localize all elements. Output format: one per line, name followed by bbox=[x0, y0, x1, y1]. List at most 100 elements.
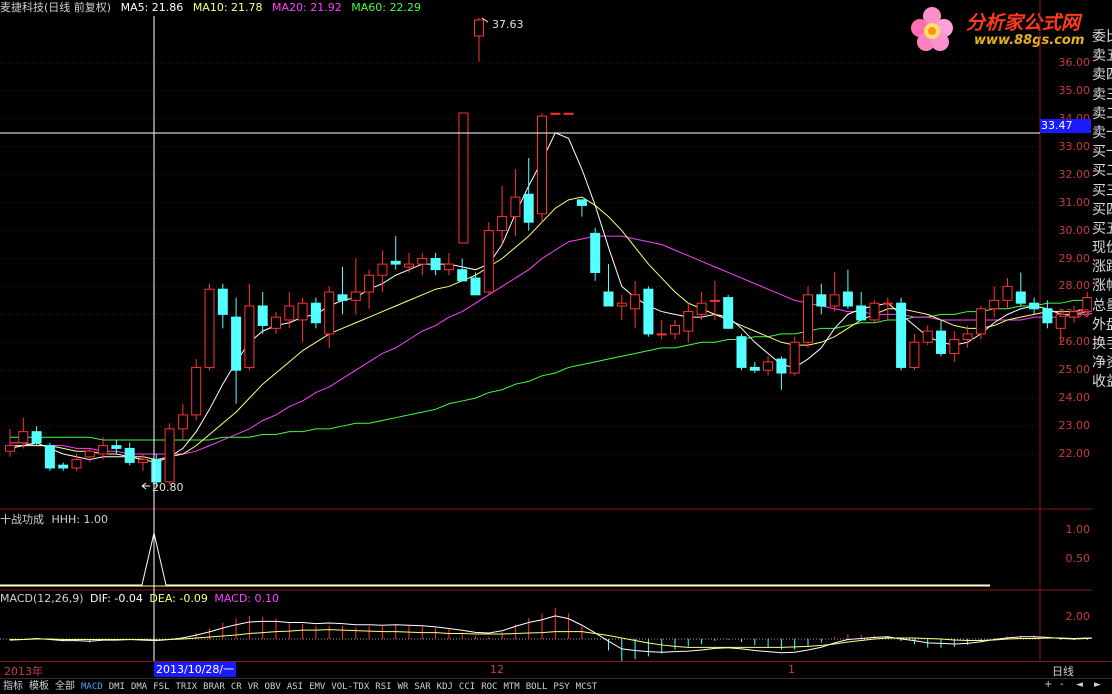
tab-cci[interactable]: CCI bbox=[456, 681, 478, 694]
tab-psy[interactable]: PSY bbox=[550, 681, 572, 694]
tab-vr[interactable]: VR bbox=[245, 681, 262, 694]
candle bbox=[510, 169, 521, 237]
candle bbox=[1015, 272, 1026, 306]
macd-dea: DEA: -0.09 bbox=[149, 592, 208, 605]
quote-field-label: 现价 bbox=[1092, 240, 1112, 257]
candle bbox=[656, 319, 667, 340]
quote-field-label: 收益 bbox=[1092, 374, 1112, 391]
tab-asi[interactable]: ASI bbox=[284, 681, 306, 694]
candle bbox=[909, 333, 920, 371]
minus-icon[interactable]: - bbox=[1060, 679, 1064, 691]
candle bbox=[337, 266, 348, 315]
candle bbox=[749, 361, 760, 374]
candle bbox=[483, 222, 494, 295]
indicator1-title: 十战功成 bbox=[0, 513, 44, 526]
candle bbox=[217, 283, 228, 329]
tab-boll[interactable]: BOLL bbox=[523, 681, 551, 694]
quote-field-label: 卖二 bbox=[1092, 105, 1112, 122]
candle bbox=[124, 442, 135, 466]
candle bbox=[443, 252, 454, 276]
quote-field-label: 买一 bbox=[1092, 144, 1112, 161]
crosshair-price-tag: 33.47 bbox=[1040, 119, 1091, 133]
candle bbox=[164, 423, 175, 485]
tab-dma[interactable]: DMA bbox=[128, 681, 150, 694]
tab-kdj[interactable]: KDJ bbox=[434, 681, 456, 694]
tab-macd[interactable]: MACD bbox=[78, 681, 106, 694]
price-tick: 22.00 bbox=[1058, 447, 1091, 460]
candle bbox=[244, 283, 255, 371]
candle bbox=[922, 325, 933, 346]
candle bbox=[417, 252, 428, 276]
add-icon[interactable]: + bbox=[1044, 679, 1052, 691]
candle bbox=[590, 227, 601, 281]
tab-emv[interactable]: EMV bbox=[306, 681, 328, 694]
quote-field-label: 涨跌 bbox=[1092, 259, 1112, 276]
candle bbox=[31, 426, 42, 446]
tab-fsl[interactable]: FSL bbox=[150, 681, 172, 694]
candle bbox=[231, 297, 242, 404]
candlesticks bbox=[5, 18, 1092, 488]
tab-指标[interactable]: 指标 bbox=[0, 680, 26, 693]
candle bbox=[736, 333, 747, 371]
candle bbox=[377, 250, 388, 293]
tab-brar[interactable]: BRAR bbox=[200, 681, 228, 694]
quote-field-label: 外盘 bbox=[1092, 316, 1112, 333]
month-label-1: 1 bbox=[788, 663, 795, 676]
candle bbox=[284, 292, 295, 329]
candle bbox=[58, 462, 69, 471]
candle bbox=[842, 269, 853, 309]
candle bbox=[630, 280, 641, 329]
candle bbox=[474, 18, 484, 62]
candle bbox=[324, 286, 335, 348]
year-label: 2013年 bbox=[4, 665, 43, 678]
tab-wr[interactable]: WR bbox=[395, 681, 412, 694]
candle bbox=[683, 303, 694, 343]
quote-field-label: 买三 bbox=[1092, 182, 1112, 199]
candle bbox=[696, 292, 707, 320]
tab-rsi[interactable]: RSI bbox=[372, 681, 394, 694]
tab-obv[interactable]: OBV bbox=[262, 681, 284, 694]
candle bbox=[297, 297, 308, 343]
quote-field-label: 买二 bbox=[1092, 163, 1112, 180]
ma20-line bbox=[10, 235, 1092, 455]
price-tick: 33.00 bbox=[1058, 139, 1091, 153]
price-tick: 25.00 bbox=[1058, 363, 1091, 377]
candle bbox=[949, 331, 960, 362]
quote-field-label: 换手 bbox=[1092, 336, 1112, 352]
tab-trix[interactable]: TRIX bbox=[172, 681, 200, 694]
price-tick: 36.00 bbox=[1058, 56, 1091, 69]
candle bbox=[457, 258, 468, 282]
tab-cr[interactable]: CR bbox=[228, 681, 245, 694]
tab-mtm[interactable]: MTM bbox=[500, 681, 522, 694]
candle bbox=[310, 297, 321, 329]
ma10-line bbox=[10, 196, 1092, 461]
hhh-line bbox=[0, 532, 990, 586]
price-tick: 23.00 bbox=[1058, 419, 1091, 433]
tab-全部[interactable]: 全部 bbox=[52, 680, 78, 693]
candle bbox=[789, 336, 800, 376]
scroll-right-icon[interactable]: ► bbox=[1094, 679, 1101, 691]
macd-tick: 2.00 bbox=[1065, 610, 1091, 623]
price-grid bbox=[0, 62, 1040, 455]
quote-field-label: 卖五 bbox=[1092, 48, 1112, 65]
cursor-date: 2013/10/28/一 bbox=[154, 662, 237, 677]
price-tick: 31.00 bbox=[1058, 195, 1091, 209]
period-label[interactable]: 日线 bbox=[1052, 663, 1074, 679]
dea-line bbox=[10, 629, 1092, 648]
candle bbox=[869, 300, 880, 323]
price-tick: 29.00 bbox=[1058, 251, 1091, 265]
tab-mcst[interactable]: MCST bbox=[573, 681, 601, 694]
scroll-left-icon[interactable]: ◄ bbox=[1076, 679, 1083, 691]
tab-dmi[interactable]: DMI bbox=[106, 681, 128, 694]
candle bbox=[1042, 300, 1053, 329]
tab-vol-tdx[interactable]: VOL-TDX bbox=[328, 681, 372, 694]
tab-模板[interactable]: 模板 bbox=[26, 680, 52, 693]
candle bbox=[191, 359, 202, 421]
tab-sar[interactable]: SAR bbox=[411, 681, 433, 694]
tab-roc[interactable]: ROC bbox=[478, 681, 500, 694]
kline-chart[interactable] bbox=[0, 0, 1092, 661]
quote-field-label: 委比 bbox=[1092, 29, 1112, 45]
candle bbox=[177, 403, 188, 441]
indicator-tabs: 指标 模板 全部 MACD DMI DMA FSL TRIX BRAR CR VR OBV ASI EMV… bbox=[0, 678, 1112, 692]
candle bbox=[470, 272, 481, 296]
